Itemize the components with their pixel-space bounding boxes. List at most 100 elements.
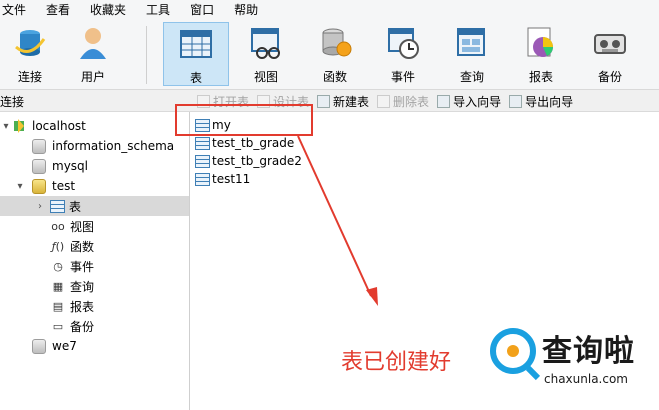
tree-item-test[interactable]: ▾ test (0, 176, 189, 196)
backup-icon: ▭ (52, 319, 64, 333)
database-name: we7 (52, 339, 77, 353)
user-icon (75, 25, 111, 61)
database-open-icon (32, 178, 46, 194)
backup-label: 备份 (597, 70, 622, 84)
tree-item-queries[interactable]: ▦ 查询 (0, 276, 189, 296)
chevron-down-icon[interactable]: ▾ (14, 181, 26, 192)
tree-item-views[interactable]: oo 视图 (0, 216, 189, 236)
connection-tree: ▾ localhost information_schema mysql ▾ t… (0, 112, 190, 410)
menu-bar: 文件 查看 收藏夹 工具 窗口 帮助 (0, 0, 659, 20)
tree-item-label: 备份 (70, 319, 95, 334)
database-icon (32, 158, 46, 174)
connection-icon (12, 119, 28, 133)
event-icon (385, 25, 421, 61)
view-label: 视图 (253, 70, 278, 84)
table-icon (50, 199, 65, 213)
watermark-brand: 查询啦 (542, 334, 635, 369)
connection-icon (12, 25, 48, 61)
view-icon (248, 25, 284, 61)
view-button[interactable]: 视图 (236, 22, 296, 86)
function-icon (317, 25, 353, 61)
delete-table-icon (377, 94, 391, 108)
connections-pane-title: 连接 (0, 95, 25, 109)
delete-table-button[interactable]: 删除表 (377, 93, 429, 110)
report-icon (523, 25, 559, 61)
table-item-test11[interactable]: test11 (195, 170, 250, 188)
connection-name: localhost (32, 119, 86, 133)
import-wizard-icon (437, 94, 451, 108)
tree-item-reports[interactable]: ▤ 报表 (0, 296, 189, 316)
database-name: information_schema (52, 139, 175, 153)
menu-view[interactable]: 查看 (36, 0, 80, 20)
database-name: mysql (52, 159, 88, 173)
new-table-icon (317, 94, 331, 108)
export-wizard-label: 导出向导 (525, 94, 574, 109)
user-button[interactable]: 用户 (63, 22, 123, 86)
import-wizard-button[interactable]: 导入向导 (437, 93, 501, 110)
event-label: 事件 (390, 70, 415, 84)
menu-tools[interactable]: 工具 (136, 0, 180, 20)
table-name: test_tb_grade (212, 136, 295, 150)
tree-item-functions[interactable]: ƒ() 函数 (0, 236, 189, 256)
menu-window[interactable]: 窗口 (180, 0, 224, 20)
query-icon (454, 25, 490, 61)
tree-item-we7[interactable]: we7 (0, 336, 189, 356)
query-icon: ▦ (52, 279, 64, 293)
table-name: test_tb_grade2 (212, 154, 302, 168)
tree-item-events[interactable]: ◷ 事件 (0, 256, 189, 276)
object-toolbar-row: 连接 打开表 设计表 新建表 删除表 导入向导 导出向导 (0, 90, 659, 112)
table-name: test11 (212, 172, 251, 186)
connection-button[interactable]: 连接 (0, 22, 60, 86)
menu-file[interactable]: 文件 (0, 0, 36, 20)
tree-item-mysql[interactable]: mysql (0, 156, 189, 176)
table-button[interactable]: 表 (163, 22, 229, 86)
query-button[interactable]: 查询 (442, 22, 502, 86)
table-icon (195, 136, 210, 150)
table-icon (178, 26, 214, 62)
main-toolbar: 连接 用户 表 视图 函数 事件 查询 报表 备份 (0, 20, 659, 90)
database-icon (32, 338, 46, 354)
function-icon: ƒ() (51, 239, 65, 253)
delete-table-label: 删除表 (393, 94, 430, 109)
tree-item-label: 表 (69, 199, 82, 214)
new-table-button[interactable]: 新建表 (317, 93, 369, 110)
magnifier-icon (490, 328, 536, 374)
backup-icon (592, 25, 628, 61)
chevron-right-icon[interactable]: › (34, 201, 46, 212)
new-table-label: 新建表 (333, 94, 370, 109)
report-icon: ▤ (52, 299, 64, 313)
function-button[interactable]: 函数 (305, 22, 365, 86)
watermark-url: chaxunla.com (544, 372, 628, 386)
table-icon (195, 172, 210, 186)
event-button[interactable]: 事件 (373, 22, 433, 86)
chevron-down-icon[interactable]: ▾ (0, 121, 12, 132)
tree-item-localhost[interactable]: ▾ localhost (0, 116, 189, 136)
database-icon (32, 138, 46, 154)
export-wizard-button[interactable]: 导出向导 (509, 93, 573, 110)
highlight-box (175, 104, 313, 136)
connection-label: 连接 (17, 70, 42, 84)
toolbar-divider (146, 26, 147, 84)
backup-button[interactable]: 备份 (580, 22, 640, 86)
function-label: 函数 (322, 70, 347, 84)
table-icon (195, 154, 210, 168)
tree-item-information-schema[interactable]: information_schema (0, 136, 189, 156)
report-label: 报表 (528, 70, 553, 84)
view-icon: oo (51, 219, 65, 233)
tree-item-label: 事件 (70, 259, 95, 274)
menu-favorites[interactable]: 收藏夹 (80, 0, 136, 20)
tree-item-label: 函数 (70, 239, 95, 254)
query-label: 查询 (459, 70, 484, 84)
tree-item-backups[interactable]: ▭ 备份 (0, 316, 189, 336)
table-item-test-tb-grade[interactable]: test_tb_grade (195, 134, 294, 152)
tree-item-tables[interactable]: › 表 (0, 196, 189, 216)
tree-item-label: 报表 (70, 299, 95, 314)
report-button[interactable]: 报表 (511, 22, 571, 86)
menu-help[interactable]: 帮助 (224, 0, 268, 20)
export-wizard-icon (509, 94, 523, 108)
table-item-test-tb-grade2[interactable]: test_tb_grade2 (195, 152, 302, 170)
tree-item-label: 查询 (70, 279, 95, 294)
import-wizard-label: 导入向导 (453, 94, 502, 109)
event-icon: ◷ (53, 259, 63, 273)
user-label: 用户 (80, 70, 105, 84)
